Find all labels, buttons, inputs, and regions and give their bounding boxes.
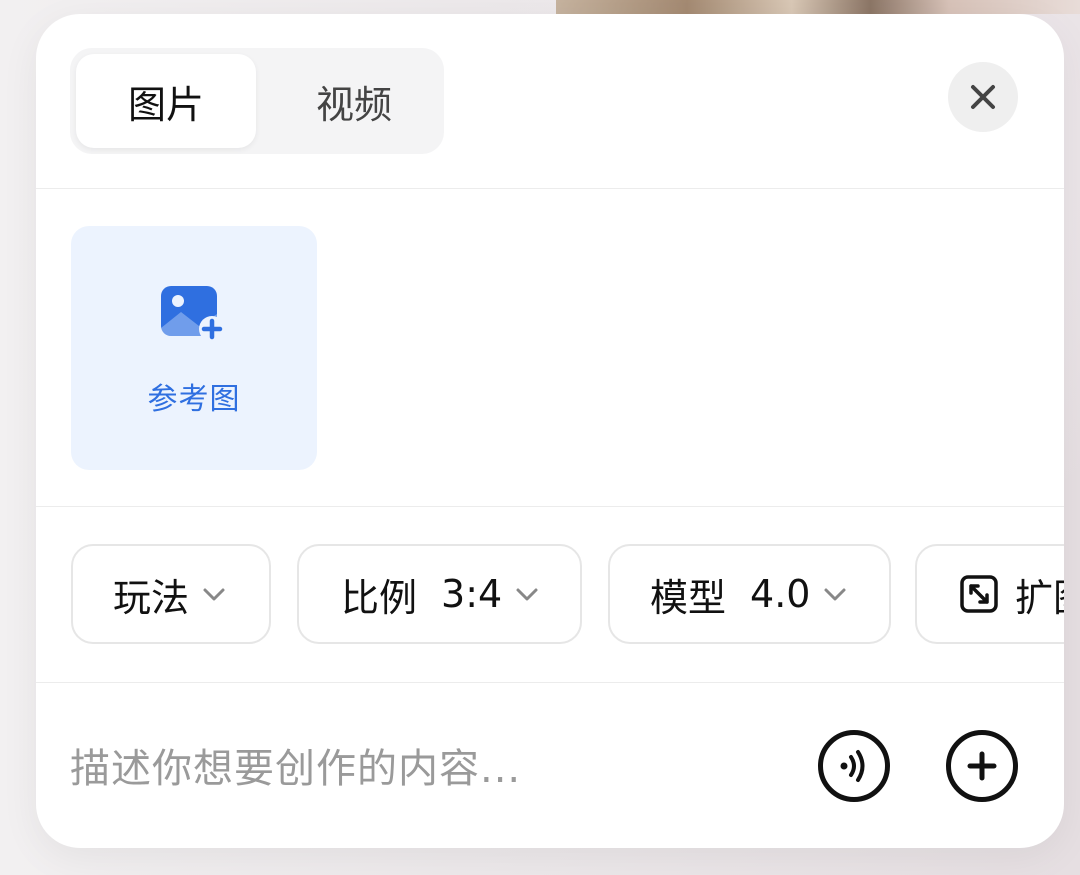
image-add-icon xyxy=(161,286,225,342)
background-photo xyxy=(556,0,1080,14)
divider xyxy=(36,682,1064,683)
ratio-value: 3:4 xyxy=(441,572,503,616)
voice-button[interactable] xyxy=(818,730,890,802)
tab-video[interactable]: 视频 xyxy=(264,54,444,148)
reference-image-label: 参考图 xyxy=(147,382,241,417)
divider xyxy=(36,506,1064,507)
ratio-label: 比例 xyxy=(341,575,418,620)
create-panel: 图片 视频 参考图 玩法 比例 3:4 模型 4.0 扩 描述你想要创作的内容.… xyxy=(36,14,1064,848)
ratio-dropdown[interactable]: 比例 3:4 xyxy=(297,544,582,644)
model-label: 模型 xyxy=(650,575,727,620)
expand-button[interactable]: 扩图 xyxy=(915,544,1064,644)
mode-tabs: 图片 视频 xyxy=(70,48,444,154)
add-icon xyxy=(967,751,997,781)
chevron-down-icon xyxy=(516,588,538,601)
chevron-down-icon xyxy=(824,588,846,601)
add-button[interactable] xyxy=(946,730,1018,802)
expand-icon xyxy=(960,575,998,613)
reference-image-button[interactable]: 参考图 xyxy=(71,226,317,470)
voice-icon xyxy=(840,750,865,782)
model-value: 4.0 xyxy=(750,572,811,616)
tab-image[interactable]: 图片 xyxy=(76,54,256,148)
play-dropdown[interactable]: 玩法 xyxy=(71,544,271,644)
play-label: 玩法 xyxy=(113,575,190,620)
expand-label: 扩图 xyxy=(1015,575,1064,620)
prompt-input[interactable]: 描述你想要创作的内容... xyxy=(70,736,521,794)
divider xyxy=(36,188,1064,189)
close-icon xyxy=(971,85,995,109)
model-dropdown[interactable]: 模型 4.0 xyxy=(608,544,891,644)
chevron-down-icon xyxy=(203,588,225,601)
close-button[interactable] xyxy=(948,62,1018,132)
